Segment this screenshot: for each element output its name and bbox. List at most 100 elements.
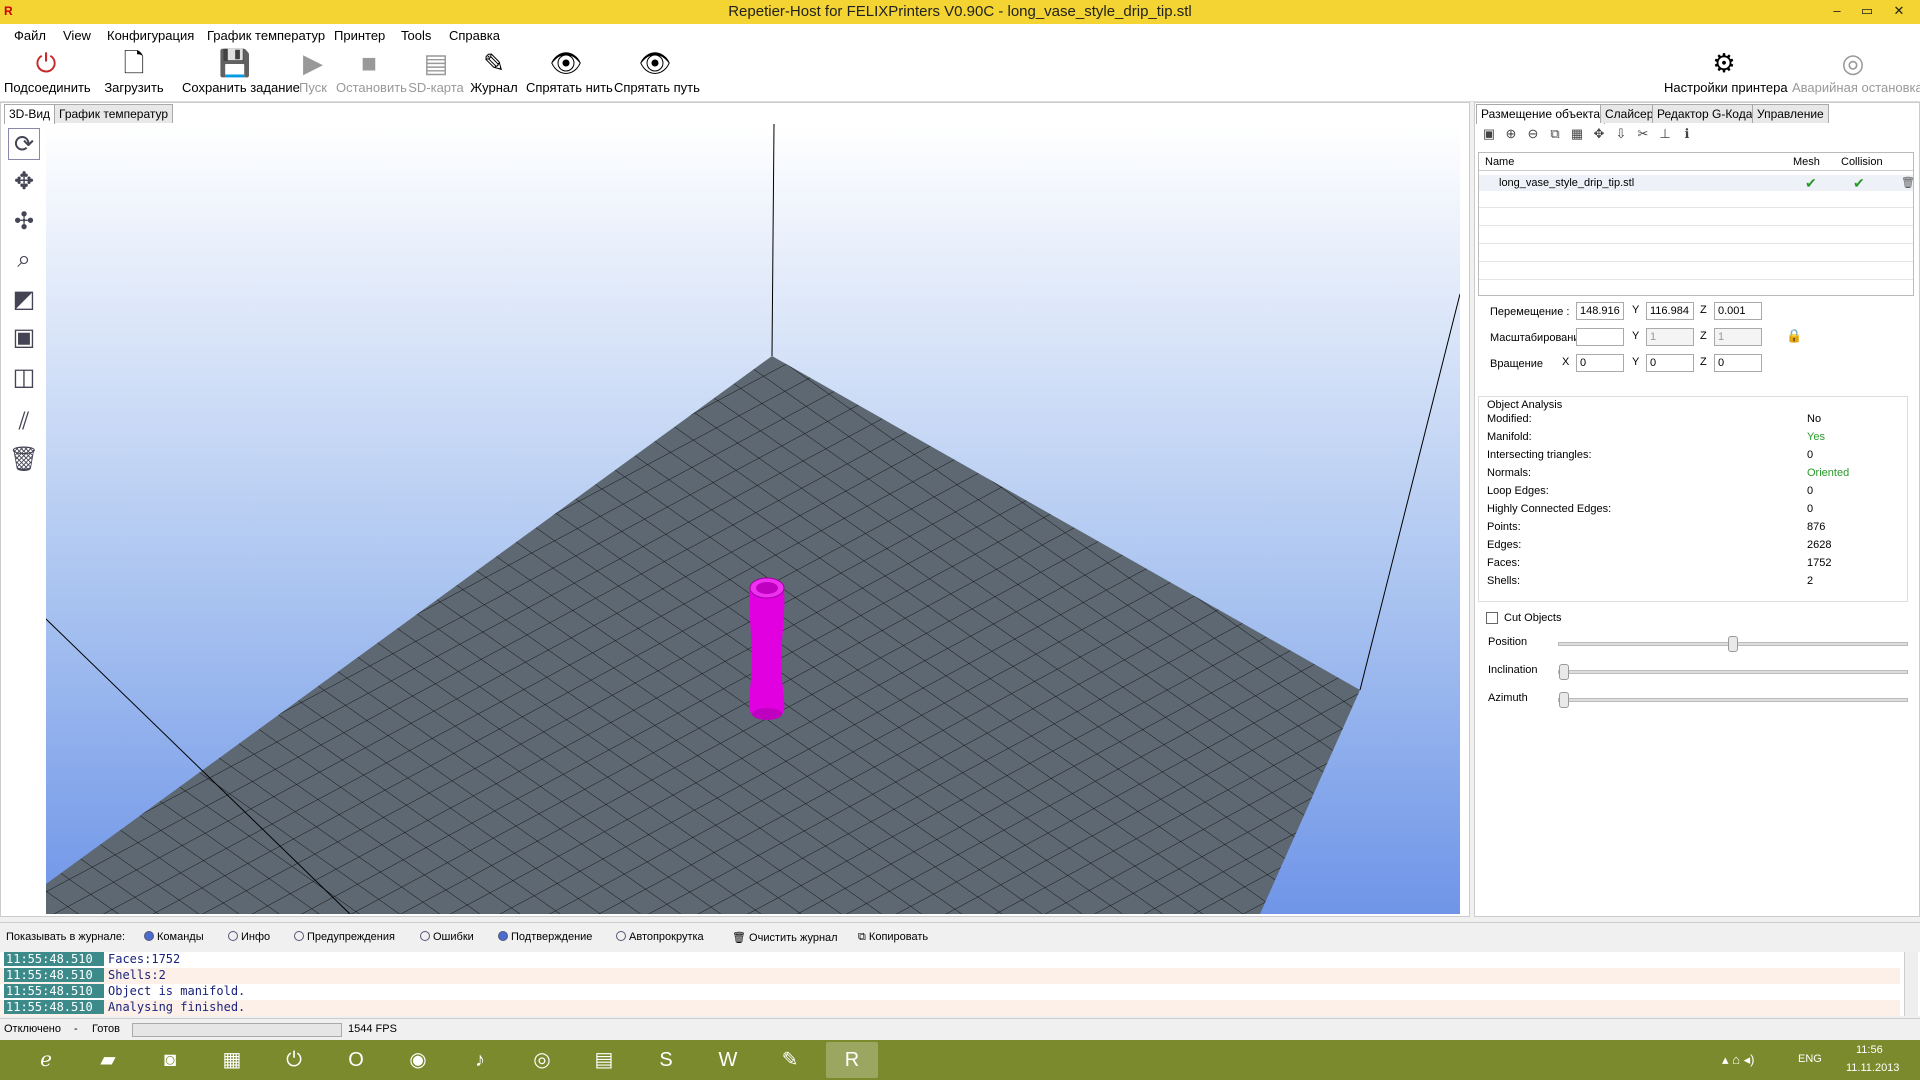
cut-objects-checkbox[interactable] — [1486, 612, 1498, 624]
copy-icon[interactable]: ⧉ — [1544, 126, 1566, 142]
move-object-icon[interactable]: ✣ — [8, 206, 40, 238]
clock-time[interactable]: 11:56 — [1856, 1044, 1883, 1056]
move-x-input[interactable] — [1576, 302, 1624, 320]
move-icon[interactable]: ✥ — [8, 166, 40, 198]
repetier-taskbar-icon[interactable]: R — [826, 1042, 878, 1078]
menu-file[interactable]: Файл — [14, 28, 46, 43]
log-view[interactable]: 11:55:48.510 Faces:1752 11:55:48.510 Shell… — [0, 952, 1920, 1016]
tab-gcode-editor[interactable]: Редактор G-Кода — [1652, 104, 1758, 123]
scale-z-input[interactable] — [1714, 328, 1762, 346]
menu-view[interactable]: View — [63, 28, 91, 43]
center-icon[interactable]: ✥ — [1588, 126, 1610, 142]
calculator-icon[interactable]: ▤ — [578, 1042, 630, 1078]
rot-y-input[interactable] — [1646, 354, 1694, 372]
media-icon[interactable]: ♪ — [454, 1042, 506, 1078]
menu-tools[interactable]: Tools — [401, 28, 431, 43]
emergency-stop-button[interactable]: ◎ Аварийная остановка — [1792, 46, 1920, 102]
position-slider-thumb[interactable] — [1728, 636, 1738, 652]
explorer-icon[interactable]: ▰ — [82, 1042, 134, 1078]
menu-help[interactable]: Справка — [449, 28, 500, 43]
connect-button[interactable]: ⏻ Подсоединить — [4, 46, 91, 102]
tab-slicer[interactable]: Слайсер — [1600, 104, 1659, 123]
build-volume-edge — [771, 124, 775, 357]
3d-viewport[interactable] — [46, 124, 1460, 914]
tab-control[interactable]: Управление — [1752, 104, 1829, 123]
camera-app-icon[interactable]: ◙ — [144, 1042, 196, 1078]
run-button[interactable]: ▶ Пуск — [296, 46, 330, 102]
paint-icon[interactable]: ✎ — [764, 1042, 816, 1078]
cut-icon[interactable]: ✂ — [1632, 126, 1654, 142]
skype-icon[interactable]: S — [640, 1042, 692, 1078]
speaker-app-icon[interactable]: ◎ — [516, 1042, 568, 1078]
filter-errors[interactable]: Ошибки — [420, 931, 474, 943]
hide-filament-button[interactable]: 👁 Спрятать нить — [526, 46, 613, 102]
log-scrollbar[interactable] — [1904, 952, 1918, 1016]
vase-object[interactable] — [749, 577, 785, 720]
load-button[interactable]: 🗋 Загрузить — [104, 46, 164, 102]
drop-icon[interactable]: ⇩ — [1610, 126, 1632, 142]
maximize-button[interactable]: ▭ — [1852, 0, 1882, 24]
file-icon: 🗋 — [123, 48, 145, 78]
close-button[interactable]: ✕ — [1884, 0, 1914, 24]
info-icon[interactable]: ℹ — [1676, 126, 1698, 142]
ie-icon[interactable]: ℯ — [20, 1042, 72, 1078]
rotate-icon[interactable]: ⟳ — [8, 128, 40, 160]
top-view-icon[interactable]: ◫ — [8, 362, 40, 394]
rot-x-input[interactable] — [1576, 354, 1624, 372]
tab-object-placement[interactable]: Размещение объекта — [1476, 104, 1606, 124]
move-y-input[interactable] — [1646, 302, 1694, 320]
move-z-input[interactable] — [1714, 302, 1762, 320]
table-row[interactable]: long_vase_style_drip_tip.stl ✔ ✔ 🗑 — [1479, 175, 1915, 191]
menu-printer[interactable]: Принтер — [334, 28, 385, 43]
mesh-check-icon: ✔ — [1805, 175, 1817, 191]
toolbar: ⏻ Подсоединить 🗋 Загрузить 💾 Сохранить зада… — [0, 46, 1920, 102]
menu-temp-graph[interactable]: График температур — [207, 28, 325, 43]
minimize-button[interactable]: – — [1822, 0, 1852, 24]
grid-icon[interactable]: ▦ — [1566, 126, 1588, 142]
scale-x-input[interactable] — [1576, 328, 1624, 346]
filter-commands[interactable]: Команды — [144, 931, 204, 943]
front-view-icon[interactable]: ▣ — [8, 322, 40, 354]
filter-ack[interactable]: Подтверждение — [498, 931, 592, 943]
language-indicator[interactable]: ENG — [1798, 1053, 1822, 1065]
delete-icon[interactable]: 🗑 — [1901, 176, 1915, 189]
filter-info[interactable]: Инфо — [228, 931, 270, 943]
remove-icon[interactable]: ⊖ — [1522, 126, 1544, 142]
tab-temp-graph[interactable]: График температур — [54, 104, 174, 123]
power-app-icon[interactable]: ⏻ — [268, 1042, 320, 1078]
iso-view-icon[interactable]: ◩ — [8, 284, 40, 316]
inclination-slider[interactable] — [1558, 664, 1908, 680]
printer-settings-button[interactable]: ⚙ Настройки принтера — [1664, 46, 1788, 102]
clock-date[interactable]: 11.11.2013 — [1846, 1062, 1899, 1074]
analysis-row: Shells: 2 — [1487, 575, 1814, 587]
word-icon[interactable]: W — [702, 1042, 754, 1078]
rot-z-input[interactable] — [1714, 354, 1762, 372]
lock-icon[interactable]: 🔒 — [1786, 328, 1802, 344]
hide-path-button[interactable]: 👁 Спрятать путь — [614, 46, 700, 102]
azimuth-slider[interactable] — [1558, 692, 1908, 708]
menu-config[interactable]: Конфигурация — [107, 28, 194, 43]
inclination-slider-thumb[interactable] — [1559, 664, 1569, 680]
azimuth-slider-thumb[interactable] — [1559, 692, 1569, 708]
tab-3d-view[interactable]: 3D-Вид — [4, 104, 56, 124]
filter-autoscroll[interactable]: Автопрокрутка — [616, 931, 704, 943]
clear-log-button[interactable]: 🗑 Очистить журнал — [732, 931, 838, 944]
zoom-icon[interactable]: ⌕ — [8, 244, 40, 276]
parallel-icon[interactable]: ⫽ — [8, 406, 40, 438]
copy-log-button[interactable]: ⧉ Копировать — [858, 931, 928, 944]
save-job-button[interactable]: 💾 Сохранить задание — [182, 46, 300, 102]
land-icon[interactable]: ⊥ — [1654, 126, 1676, 142]
stop-button[interactable]: ■ Остановить — [336, 46, 407, 102]
app-icon[interactable]: ▦ — [206, 1042, 258, 1078]
trash-icon[interactable]: 🗑 — [8, 444, 40, 476]
position-slider[interactable] — [1558, 636, 1908, 652]
log-button[interactable]: ✎ Журнал — [470, 46, 518, 102]
save-icon[interactable]: ▣ — [1478, 126, 1500, 142]
chrome-icon[interactable]: ◉ — [392, 1042, 444, 1078]
filter-warnings[interactable]: Предупреждения — [294, 931, 395, 943]
sdcard-button[interactable]: ▤ SD-карта — [408, 46, 464, 102]
tray-icons[interactable]: ▴ ⌂ ◂) — [1722, 1052, 1754, 1068]
add-icon[interactable]: ⊕ — [1500, 126, 1522, 142]
scale-y-input[interactable] — [1646, 328, 1694, 346]
opera-icon[interactable]: O — [330, 1042, 382, 1078]
